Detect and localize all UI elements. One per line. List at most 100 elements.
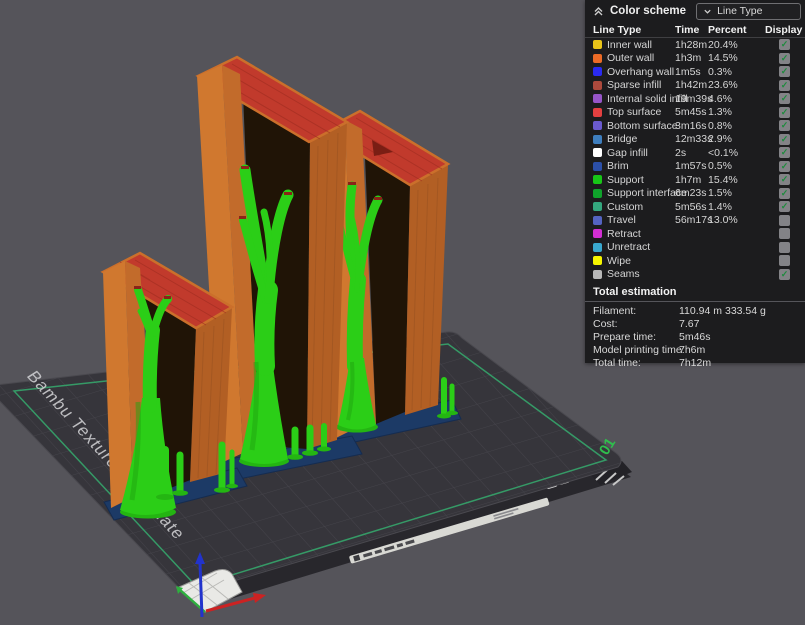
line-type-label: Support [607, 174, 675, 186]
line-type-time: 1m57s [675, 160, 708, 172]
total-value: 110.94 m [679, 305, 725, 317]
line-type-time: 56m17s [675, 214, 708, 226]
display-checkbox[interactable] [779, 53, 790, 64]
table-row: Travel 56m17s 13.0% [585, 214, 805, 228]
divider [585, 301, 805, 302]
view-type-dropdown[interactable]: Line Type [696, 3, 801, 20]
display-checkbox[interactable] [779, 215, 790, 226]
display-checkbox[interactable] [779, 39, 790, 50]
line-type-time: 12m33s [675, 133, 708, 145]
table-row: Wipe [585, 254, 805, 268]
display-checkbox[interactable] [779, 174, 790, 185]
display-checkbox[interactable] [779, 107, 790, 118]
line-type-time: 5m56s [675, 201, 708, 213]
line-type-label: Support interface [607, 187, 675, 199]
line-type-label: Retract [607, 228, 675, 240]
collapse-icon[interactable] [593, 6, 604, 17]
line-type-percent: 1.4% [708, 201, 765, 213]
line-type-color-swatch [593, 270, 602, 279]
line-type-percent: 0.8% [708, 120, 765, 132]
line-type-label: Travel [607, 214, 675, 226]
total-row: Model printing time: 7h6m [585, 343, 805, 356]
col-display: Display [765, 24, 805, 36]
table-row: Inner wall 1h28m 20.4% [585, 38, 805, 52]
line-type-color-swatch [593, 243, 602, 252]
line-type-color-swatch [593, 108, 602, 117]
line-type-label: Custom [607, 201, 675, 213]
line-type-time: 19m39s [675, 93, 708, 105]
line-type-color-swatch [593, 189, 602, 198]
total-label: Filament: [593, 305, 679, 317]
display-checkbox[interactable] [779, 120, 790, 131]
table-row: Overhang wall 1m5s 0.3% [585, 65, 805, 79]
col-time: Time [675, 24, 708, 36]
total-estimation-heading: Total estimation [585, 281, 805, 301]
line-type-label: Sparse infill [607, 79, 675, 91]
chevron-down-icon [703, 7, 712, 16]
line-type-percent: 15.4% [708, 174, 765, 186]
total-label: Total time: [593, 357, 679, 369]
total-value-2: 333.54 g [725, 305, 805, 317]
display-checkbox[interactable] [779, 255, 790, 266]
line-type-percent: 4.6% [708, 93, 765, 105]
table-row: Bottom surface 3m16s 0.8% [585, 119, 805, 133]
panel-title: Color scheme [610, 5, 686, 17]
line-type-color-swatch [593, 54, 602, 63]
total-label: Prepare time: [593, 331, 679, 343]
display-checkbox[interactable] [779, 242, 790, 253]
line-type-percent: 20.4% [708, 39, 765, 51]
line-type-label: Seams [607, 268, 675, 280]
line-type-time: 3m16s [675, 120, 708, 132]
display-checkbox[interactable] [779, 188, 790, 199]
line-type-label: Inner wall [607, 39, 675, 51]
line-type-time: 5m45s [675, 106, 708, 118]
table-row: Brim 1m57s 0.5% [585, 160, 805, 174]
line-type-color-swatch [593, 175, 602, 184]
display-checkbox[interactable] [779, 134, 790, 145]
table-row: Support 1h7m 15.4% [585, 173, 805, 187]
line-type-label: Bridge [607, 133, 675, 145]
line-type-percent: 13.0% [708, 214, 765, 226]
col-line-type: Line Type [585, 24, 675, 36]
total-row: Filament: 110.94 m 333.54 g [585, 304, 805, 317]
display-checkbox[interactable] [779, 161, 790, 172]
total-estimation-table: Filament: 110.94 m 333.54 g Cost: 7.67 P… [585, 304, 805, 369]
line-type-color-swatch [593, 135, 602, 144]
line-type-color-swatch [593, 202, 602, 211]
line-type-percent: 23.6% [708, 79, 765, 91]
total-value: 7.67 [679, 318, 725, 330]
line-type-percent: 0.3% [708, 66, 765, 78]
table-row: Unretract [585, 241, 805, 255]
display-checkbox[interactable] [779, 66, 790, 77]
total-label: Model printing time: [593, 344, 679, 356]
line-type-label: Overhang wall [607, 66, 675, 78]
total-row: Total time: 7h12m [585, 356, 805, 369]
display-checkbox[interactable] [779, 269, 790, 280]
view-type-value: Line Type [717, 5, 762, 17]
table-row: Support interface 6m23s 1.5% [585, 187, 805, 201]
color-scheme-panel: Color scheme Line Type Line Type Time Pe… [585, 0, 805, 363]
line-type-color-swatch [593, 81, 602, 90]
display-checkbox[interactable] [779, 147, 790, 158]
line-type-percent: 1.3% [708, 106, 765, 118]
line-type-label: Internal solid infill [607, 93, 675, 105]
total-row: Cost: 7.67 [585, 317, 805, 330]
line-type-color-swatch [593, 67, 602, 76]
line-type-label: Unretract [607, 241, 675, 253]
display-checkbox[interactable] [779, 228, 790, 239]
line-type-percent: 2.9% [708, 133, 765, 145]
total-row: Prepare time: 5m46s [585, 330, 805, 343]
table-row: Custom 5m56s 1.4% [585, 200, 805, 214]
line-type-label: Outer wall [607, 52, 675, 64]
line-type-label: Bottom surface [607, 120, 675, 132]
line-type-time: 1h28m [675, 39, 708, 51]
line-type-label: Gap infill [607, 147, 675, 159]
table-column-headers: Line Type Time Percent Display [585, 22, 805, 38]
line-type-time: 2s [675, 147, 708, 159]
display-checkbox[interactable] [779, 80, 790, 91]
panel-header: Color scheme Line Type [585, 0, 805, 22]
display-checkbox[interactable] [779, 201, 790, 212]
line-type-color-swatch [593, 216, 602, 225]
display-checkbox[interactable] [779, 93, 790, 104]
line-type-percent: 0.5% [708, 160, 765, 172]
